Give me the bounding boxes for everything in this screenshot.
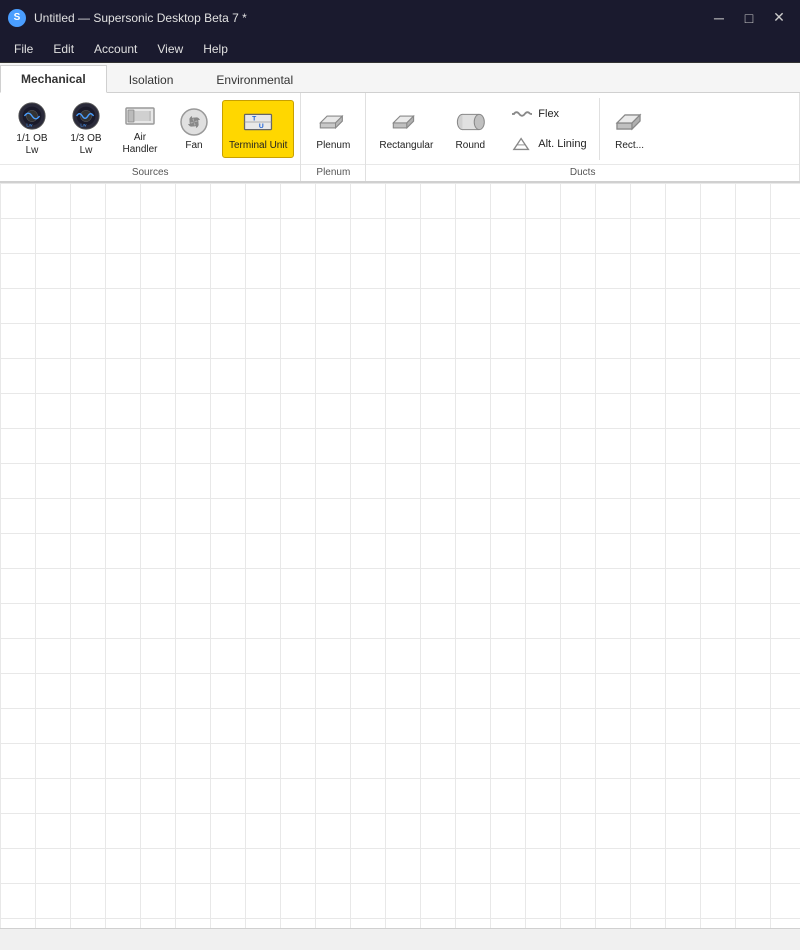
maximize-button[interactable]: □ [736,8,762,28]
icon-air-handler [124,102,156,130]
icon-flex [512,104,532,124]
svg-text:Lw: Lw [26,122,33,127]
menu-bar: File Edit Account View Help [0,35,800,63]
ribbon-group-sources: Lw 1/1 OBLw Lw 1/3 OBLw [0,93,301,181]
label-fan: Fan [185,140,202,152]
icon-1ob: Lw [16,101,48,131]
title-bar: S Untitled — Supersonic Desktop Beta 7 *… [0,0,800,35]
btn-terminal-unit[interactable]: T U Terminal Unit [222,100,294,158]
menu-help[interactable]: Help [193,38,238,60]
btn-rectangular[interactable]: Rectangular [372,100,440,158]
window-controls: ─ □ ✕ [706,8,792,28]
ribbon-group-plenum: Plenum Plenum [301,93,366,181]
menu-file[interactable]: File [4,38,43,60]
status-bar [0,928,800,948]
label-plenum: Plenum [316,140,350,152]
btn-alt-lining[interactable]: Alt. Lining [508,132,590,156]
label-1ob: 1/1 OBLw [16,133,47,157]
minimize-button[interactable]: ─ [706,8,732,28]
btn-plenum[interactable]: Plenum [307,100,359,158]
ribbon-group-ducts: Rectangular Round [366,93,800,181]
tab-environmental[interactable]: Environmental [195,66,314,93]
btn-rect-overflow[interactable]: Rect... [604,100,656,158]
btn-round[interactable]: Round [444,100,496,158]
ribbon-side-items: Flex Alt. Lining [500,98,599,160]
btn-13ob[interactable]: Lw 1/3 OBLw [60,100,112,158]
window-title: Untitled — Supersonic Desktop Beta 7 * [34,11,247,25]
close-button[interactable]: ✕ [766,8,792,28]
app-icon: S [8,9,26,27]
icon-13ob: Lw [70,101,102,131]
label-flex: Flex [538,108,559,120]
btn-air-handler[interactable]: AirHandler [114,100,166,158]
menu-view[interactable]: View [147,38,193,60]
icon-rectangular [390,106,422,138]
btn-flex[interactable]: Flex [508,102,590,126]
ribbon-toolbar: Lw 1/1 OBLw Lw 1/3 OBLw [0,93,800,183]
icon-round [454,106,486,138]
label-air-handler: AirHandler [122,132,157,156]
tab-mechanical[interactable]: Mechanical [0,65,107,93]
icon-terminal-unit: T U [242,106,274,138]
btn-1ob[interactable]: Lw 1/1 OBLw [6,100,58,158]
label-alt-lining: Alt. Lining [538,138,586,150]
plenum-label: Plenum [301,164,365,181]
sources-label: Sources [0,164,300,181]
ducts-label: Ducts [366,164,799,181]
menu-account[interactable]: Account [84,38,147,60]
label-rect-overflow: Rect... [615,140,644,152]
canvas-grid [0,183,800,928]
svg-text:Lw: Lw [80,122,87,127]
svg-text:U: U [259,122,264,129]
btn-fan[interactable]: Fan [168,100,220,158]
icon-fan [178,106,210,138]
label-13ob: 1/3 OBLw [70,133,101,157]
ribbon-tabs: Mechanical Isolation Environmental [0,63,800,93]
menu-edit[interactable]: Edit [43,38,84,60]
label-round: Round [456,140,485,152]
icon-alt-lining [512,134,532,154]
icon-rect-overflow [614,106,646,138]
label-terminal-unit: Terminal Unit [229,140,287,152]
icon-plenum [317,106,349,138]
canvas-area[interactable] [0,183,800,928]
tab-isolation[interactable]: Isolation [108,66,195,93]
label-rectangular: Rectangular [379,140,433,152]
